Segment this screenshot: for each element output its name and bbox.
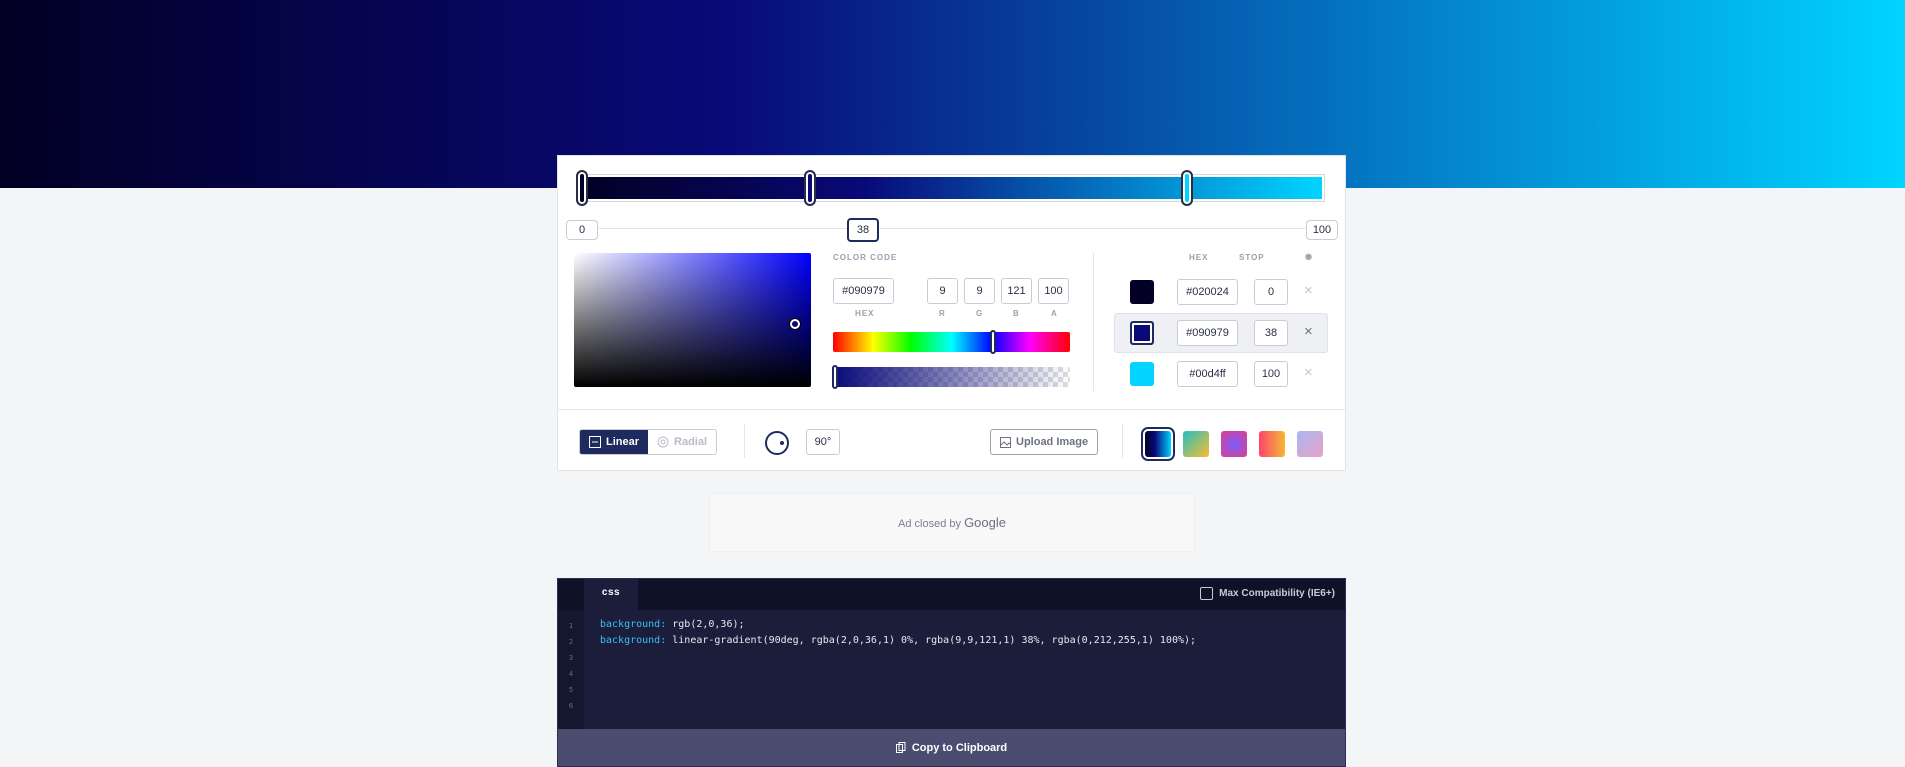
remove-stop-icon[interactable]: × [1304, 282, 1313, 300]
picker-cursor[interactable] [790, 319, 800, 329]
line-gutter: 1 2 3 4 5 6 [558, 610, 584, 729]
stop-position-input[interactable]: 100 [1254, 361, 1288, 387]
css-property: background: [600, 635, 667, 646]
linear-label: Linear [606, 436, 640, 448]
color-header-icon: ◉ [1305, 252, 1313, 261]
stop-row-38[interactable]: #090979 38 × [1114, 313, 1328, 353]
compat-label: Max Compatibility (IE6+) [1219, 588, 1335, 599]
a-caption: A [1051, 309, 1058, 318]
stop-hex-input[interactable]: #020024 [1177, 279, 1238, 305]
r-caption: R [939, 309, 946, 318]
image-icon [1000, 436, 1011, 448]
divider [744, 424, 745, 458]
divider [1122, 424, 1123, 458]
hex-header: HEX [1189, 253, 1209, 262]
preset-swatch[interactable] [1259, 431, 1285, 457]
stop-row-100[interactable]: #00d4ff 100 × [1114, 354, 1328, 394]
radial-button[interactable]: Radial [648, 430, 717, 454]
upload-label: Upload Image [1016, 436, 1089, 448]
stop-label-0: 0 [566, 220, 598, 240]
hex-caption: HEX [855, 309, 875, 318]
remove-stop-icon[interactable]: × [1304, 364, 1313, 382]
css-value: rgb(2,0,36); [666, 619, 745, 630]
stop-handle-100[interactable] [1181, 170, 1193, 206]
stop-handle-38[interactable] [804, 170, 816, 206]
code-line: background: linear-gradient(90deg, rgba(… [600, 635, 1196, 646]
g-caption: G [976, 309, 984, 318]
copy-to-clipboard-button[interactable]: Copy to Clipboard [558, 729, 1345, 766]
radial-label: Radial [674, 436, 708, 448]
line-number: 6 [568, 702, 574, 710]
angle-input[interactable]: 90° [806, 429, 840, 455]
css-value: linear-gradient(90deg, rgba(2,0,36,1) 0%… [666, 635, 1197, 646]
line-number: 2 [568, 638, 574, 646]
a-input[interactable]: 100 [1038, 278, 1069, 304]
ad-text: Ad closed by [898, 518, 961, 530]
hex-input[interactable]: #090979 [833, 278, 894, 304]
css-property: background: [600, 619, 667, 630]
ad-placeholder: Ad closed by Google [709, 493, 1195, 552]
stop-handle-0[interactable] [576, 170, 588, 206]
saturation-picker[interactable] [574, 253, 811, 387]
stop-swatch[interactable] [1130, 321, 1154, 345]
stop-swatch[interactable] [1130, 362, 1154, 386]
max-compatibility-toggle[interactable]: Max Compatibility (IE6+) [1200, 587, 1335, 600]
gradient-bar[interactable] [580, 174, 1325, 202]
remove-stop-icon[interactable]: × [1304, 323, 1313, 341]
stop-position-input[interactable]: 0 [1254, 279, 1288, 305]
hue-thumb[interactable] [990, 330, 996, 354]
preset-swatch[interactable] [1297, 431, 1323, 457]
stop-row-0[interactable]: #020024 0 × [1114, 272, 1328, 312]
stop-position-input[interactable]: 38 [1254, 320, 1288, 346]
alpha-slider[interactable] [833, 367, 1070, 387]
line-number: 3 [568, 654, 574, 662]
hue-slider[interactable] [833, 332, 1070, 352]
b-caption: B [1013, 309, 1020, 318]
b-input[interactable]: 121 [1001, 278, 1032, 304]
linear-icon [589, 436, 601, 448]
color-code-label: COLOR CODE [833, 253, 898, 262]
stop-track [567, 228, 1336, 229]
line-number: 5 [568, 686, 574, 694]
g-input[interactable]: 9 [964, 278, 995, 304]
copy-label: Copy to Clipboard [911, 741, 1008, 754]
line-number: 4 [568, 670, 574, 678]
upload-image-button[interactable]: Upload Image [990, 429, 1099, 455]
linear-button[interactable]: Linear [580, 430, 649, 454]
gradient-type-toggle: Linear Radial [579, 429, 718, 455]
stop-header: STOP [1239, 253, 1265, 262]
line-number: 1 [568, 622, 574, 630]
r-input[interactable]: 9 [927, 278, 958, 304]
code-panel: css Max Compatibility (IE6+) 1 2 3 4 5 6… [557, 578, 1346, 767]
checkbox[interactable] [1200, 587, 1214, 600]
alpha-thumb[interactable] [832, 365, 838, 389]
copy-icon [895, 742, 906, 753]
stop-label-100: 100 [1306, 220, 1338, 240]
stop-label-38: 38 [847, 218, 879, 242]
code-line: background: rgb(2,0,36); [600, 619, 745, 630]
tab-css[interactable]: css [584, 579, 638, 610]
stop-hex-input[interactable]: #090979 [1177, 320, 1238, 346]
radial-icon [657, 436, 669, 448]
code-header: css Max Compatibility (IE6+) [558, 579, 1345, 610]
google-logo: Google [964, 515, 1006, 530]
preset-swatch[interactable] [1221, 431, 1247, 457]
preset-swatch[interactable] [1141, 427, 1175, 461]
gradient-editor: 0 38 100 COLOR CODE #090979 9 9 121 100 … [557, 155, 1346, 471]
angle-dial[interactable] [765, 431, 789, 455]
divider [1093, 253, 1094, 391]
stop-hex-input[interactable]: #00d4ff [1177, 361, 1238, 387]
preset-swatch[interactable] [1183, 431, 1209, 457]
stop-swatch[interactable] [1130, 280, 1154, 304]
section-divider [558, 409, 1345, 410]
